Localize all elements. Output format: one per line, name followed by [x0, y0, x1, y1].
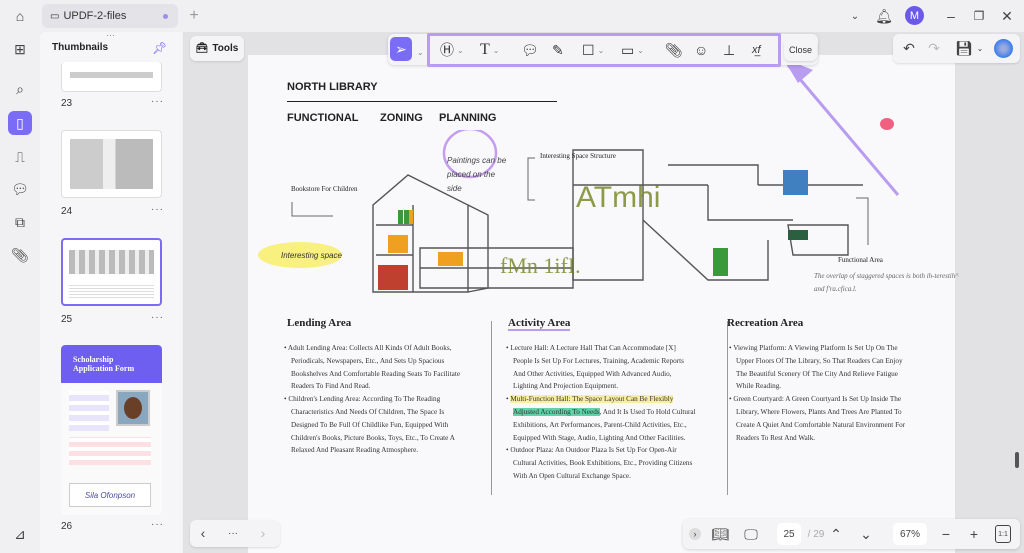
toolbox-icon: 🧰︎	[196, 43, 209, 54]
label-functional-area: Functional Area	[838, 256, 883, 264]
more-icon[interactable]: ···	[151, 519, 164, 530]
restore-icon[interactable]: ❐	[970, 6, 988, 26]
arrow-structure	[528, 158, 535, 200]
page-controls: › 📖︎ 🖵 25 / 29 ⌃ ⌄ 67% − + 1:1	[683, 519, 1020, 549]
pdf-page: NORTH LIBRARY FUNCTIONAL ZONING PLANNING	[248, 55, 955, 553]
chevron-right-icon[interactable]: ›	[256, 524, 270, 542]
more-icon[interactable]: ···	[151, 96, 164, 107]
search-icon[interactable]: ⌕	[8, 77, 32, 101]
reading-mode-icon[interactable]: 📖︎	[711, 525, 729, 543]
attachment-icon[interactable]: 📎︎	[8, 243, 32, 267]
save-icon[interactable]: 💾︎	[956, 39, 972, 57]
label-bookstore: Bookstore For Children	[291, 185, 358, 193]
page-input[interactable]: 25	[777, 523, 801, 545]
tab-doc-icon: ▭	[50, 11, 59, 22]
heading-lending: Lending Area	[287, 317, 351, 329]
list-item: Viewing Platform: A Viewing Platform Is …	[729, 342, 909, 393]
tools-button[interactable]: 🧰︎Tools	[190, 36, 244, 61]
list-item: Adult Lending Area: Collects All Kinds O…	[284, 342, 464, 393]
scrollbar-thumb[interactable]	[1015, 452, 1019, 468]
title-rule	[287, 101, 557, 102]
home-icon[interactable]: ⌂	[10, 6, 30, 26]
ai-assistant-icon[interactable]	[994, 39, 1013, 58]
page-number: 26	[61, 521, 72, 532]
ink-note-paintings[interactable]: Paintings can be placed on the side	[447, 154, 507, 196]
minimize-icon[interactable]: –	[942, 6, 960, 26]
label-overlap: The overlap of staggered spaces is both …	[814, 270, 964, 296]
thumbnails-icon[interactable]: ▯	[8, 111, 32, 135]
thumbnail-page-23[interactable]	[61, 62, 162, 92]
bell-icon[interactable]: 🔔︎	[874, 6, 894, 26]
list-item-highlighted: Multi-Function Hall: The Space Layout Ca…	[506, 393, 696, 444]
heading-activity: Activity Area	[508, 317, 570, 331]
signature: Sila Ofonpson	[69, 483, 151, 507]
presentation-icon[interactable]: 🖵	[741, 525, 761, 543]
list-item: Children's Lending Area: According To Th…	[284, 393, 464, 457]
ink-note-space[interactable]: Interesting space	[281, 251, 342, 260]
tab-title: UPDF-2-files	[63, 10, 126, 22]
next-page-icon[interactable]: ⌄	[859, 525, 873, 543]
pin-icon[interactable]: 📌︎	[152, 41, 167, 55]
undo-icon[interactable]: ↶	[901, 39, 917, 57]
chevron-down-icon[interactable]: ⌄	[846, 6, 864, 26]
doc-title: NORTH LIBRARY	[287, 81, 378, 93]
arrow-bookstore	[292, 202, 333, 216]
subtitle-word: PLANNING	[439, 112, 496, 124]
page-number: 24	[61, 206, 72, 217]
redo-icon[interactable]: ↷	[926, 39, 942, 57]
thumbnail-page-24[interactable]	[61, 130, 162, 198]
page-number: 25	[61, 314, 72, 325]
ocr-text: ATmhi	[576, 181, 660, 215]
prev-page-icon[interactable]: ⌃	[829, 525, 843, 543]
more-icon[interactable]: ···	[226, 524, 240, 542]
sidebar-settings-icon[interactable]: ⊿	[8, 522, 32, 546]
close-window-icon[interactable]: ✕	[998, 6, 1016, 26]
list-item: Outdoor Plaza: An Outdoor Plaza Is Set U…	[506, 444, 696, 482]
right-toolbar: ↶ ↷ 💾︎ ⌄	[893, 34, 1020, 63]
zoom-out-icon[interactable]: −	[939, 525, 953, 543]
layers-icon[interactable]: ⧉	[8, 210, 32, 234]
zoom-level[interactable]: 67%	[893, 523, 927, 545]
grid-icon[interactable]: ⊞	[8, 37, 32, 61]
more-icon[interactable]: ···	[151, 312, 164, 323]
tools-label: Tools	[212, 43, 238, 54]
more-icon[interactable]: ···	[151, 204, 164, 215]
thumbnail-page-26[interactable]: Scholarship Application Form Sila Ofonps…	[61, 345, 162, 515]
chevron-left-icon[interactable]: ‹	[196, 524, 210, 542]
column-divider	[727, 321, 728, 495]
card-title: Scholarship Application Form	[61, 345, 162, 383]
new-tab-icon[interactable]: +	[185, 6, 203, 26]
page-total: / 29	[804, 525, 828, 543]
comment-icon[interactable]: 💬︎	[8, 177, 32, 201]
page-nav-left: ‹ ··· ›	[190, 520, 280, 547]
heading-recreation: Recreation Area	[727, 317, 803, 329]
thumbnail-page-25[interactable]	[61, 238, 162, 306]
list-item: Green Courtyard: A Green Courtyard Is Se…	[729, 393, 909, 444]
chevron-down-icon[interactable]: ⌄	[975, 39, 985, 57]
drag-handle[interactable]: ···	[106, 30, 115, 40]
document-tab[interactable]: ▭ UPDF-2-files	[42, 4, 178, 28]
zoom-in-icon[interactable]: +	[967, 525, 981, 543]
column-divider	[491, 321, 492, 495]
green-highlight[interactable]: Adjusted According To Needs	[513, 408, 600, 416]
close-button[interactable]: Close	[784, 38, 817, 61]
bookmark-icon[interactable]: ⎍	[8, 145, 32, 169]
expand-icon[interactable]: ›	[689, 528, 701, 540]
left-rail: ⊞ ⌕ ▯ ⎍ 💬︎ ⧉ 📎︎ ⊿	[0, 32, 38, 553]
tools-highlight-frame	[427, 33, 781, 67]
thumbnails-panel: ··· Thumbnails 📌︎ 23 ··· 24 ··· 25 ··· S…	[40, 32, 182, 553]
actual-size-button[interactable]: 1:1	[995, 525, 1011, 543]
list-item: Lecture Hall: A Lecture Hall That Can Ac…	[506, 342, 696, 393]
panel-title: Thumbnails	[52, 42, 108, 53]
unsaved-dot	[163, 14, 168, 19]
subtitle-word: ZONING	[380, 112, 423, 124]
yellow-highlight[interactable]: Multi-Function Hall: The Space Layout Ca…	[510, 395, 673, 403]
label-structure: Interesting Space Structure	[540, 152, 616, 160]
select-tool-icon[interactable]: ➢	[390, 37, 412, 61]
subtitle-word: FUNCTIONAL	[287, 112, 359, 124]
avatar[interactable]: M	[905, 6, 924, 25]
page-number: 23	[61, 98, 72, 109]
chevron-down-icon[interactable]: ⌄	[417, 43, 424, 61]
ocr-text: fMn 1ifI.	[500, 253, 581, 279]
